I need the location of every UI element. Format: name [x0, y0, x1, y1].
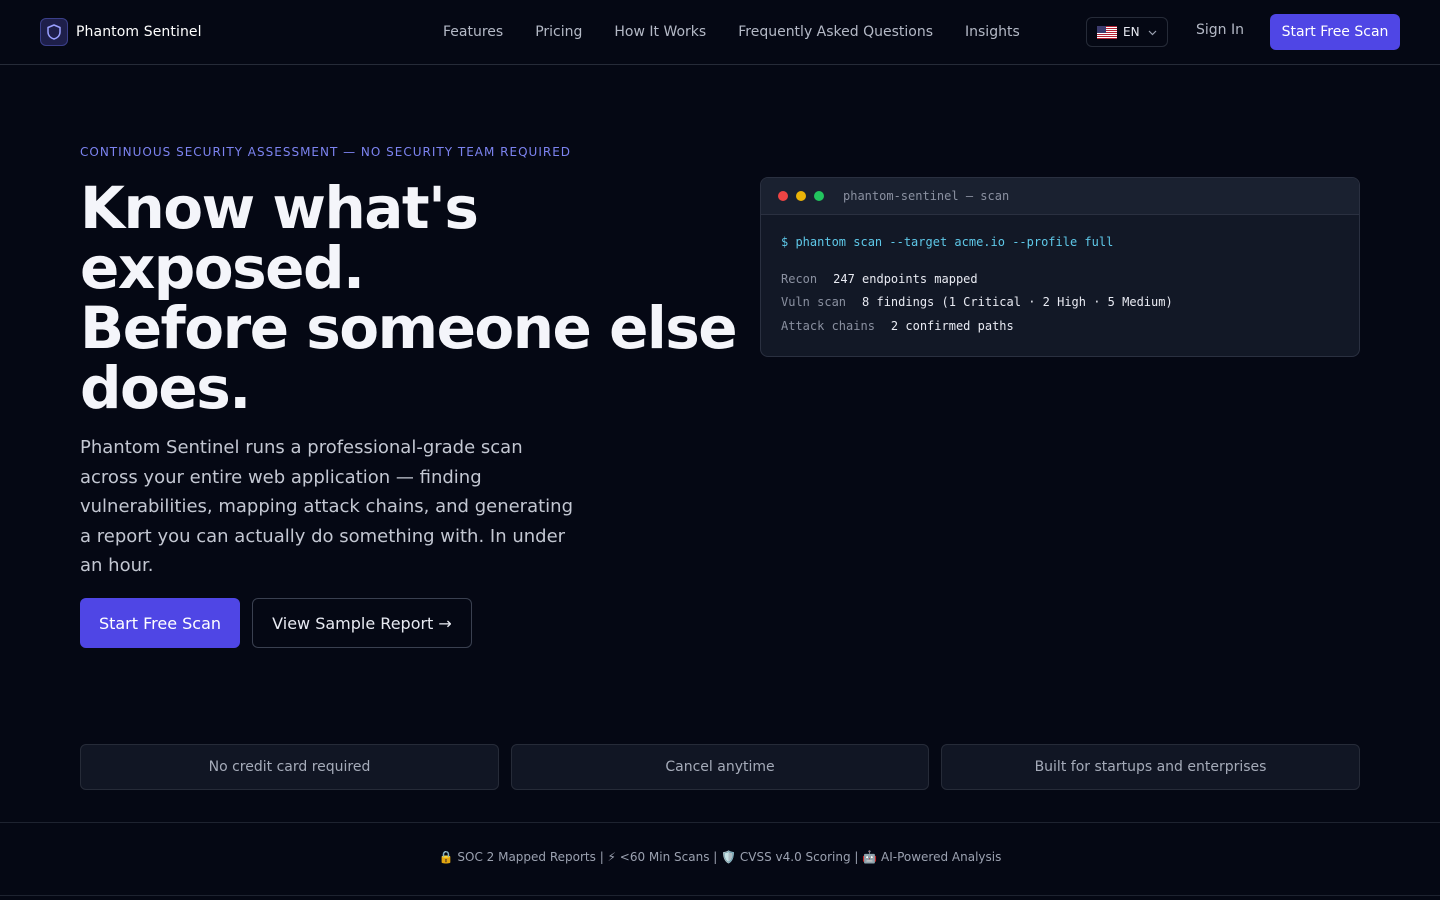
- divider: [0, 895, 1440, 896]
- language-selector[interactable]: EN: [1086, 17, 1168, 47]
- terminal-command: $ phantom scan --target acme.io --profil…: [781, 235, 1114, 249]
- nav-start-free-scan-button[interactable]: Start Free Scan: [1270, 14, 1400, 50]
- headline-line: Know what's: [80, 174, 479, 242]
- hero-description: Phantom Sentinel runs a professional-gra…: [80, 437, 574, 576]
- hero-eyebrow: CONTINUOUS SECURITY ASSESSMENT — NO SECU…: [80, 145, 572, 159]
- close-dot-icon: [778, 191, 788, 201]
- us-flag-icon: [1097, 25, 1117, 39]
- terminal-header: phantom-sentinel — scan: [761, 178, 1359, 215]
- terminal-row-value: 247 endpoints mapped: [833, 271, 978, 286]
- headline-line: does.: [80, 354, 251, 422]
- nav-link-faq[interactable]: Frequently Asked Questions: [738, 24, 933, 40]
- headline-line: Before someone else: [80, 294, 738, 362]
- brand-name: Phantom Sentinel: [76, 24, 202, 40]
- terminal-row-key: Vuln scan: [781, 295, 847, 310]
- nav-link-features[interactable]: Features: [443, 24, 503, 40]
- language-label: EN: [1123, 25, 1140, 39]
- minimize-dot-icon: [796, 191, 806, 201]
- headline-line: exposed.: [80, 234, 365, 302]
- terminal-row-key: Attack chains: [781, 318, 875, 333]
- view-sample-report-button[interactable]: View Sample Report →: [252, 598, 472, 648]
- terminal-window: phantom-sentinel — scan $ phantom scan -…: [760, 177, 1360, 357]
- terminal-row-value: 8 findings (1 Critical · 2 High · 5 Medi…: [862, 295, 1173, 310]
- feature-pill-cancel-anytime: Cancel anytime: [511, 744, 929, 790]
- hero-headline: Know what's exposed. Before someone else…: [80, 178, 740, 418]
- trust-bar: 🔒 SOC 2 Mapped Reports | ⚡ <60 Min Scans…: [438, 850, 1002, 864]
- terminal-row: Recon 247 endpoints mapped: [781, 267, 1339, 291]
- feature-pill-no-credit-card: No credit card required: [80, 744, 499, 790]
- maximize-dot-icon: [814, 191, 824, 201]
- nav-link-how-it-works[interactable]: How It Works: [614, 24, 706, 40]
- divider: [0, 822, 1440, 823]
- terminal-body: $ phantom scan --target acme.io --profil…: [761, 215, 1359, 356]
- brand[interactable]: Phantom Sentinel: [40, 18, 202, 46]
- sign-in-link[interactable]: Sign In: [1196, 22, 1244, 38]
- feature-pill-startups-enterprises: Built for startups and enterprises: [941, 744, 1360, 790]
- shield-icon: [40, 18, 68, 46]
- nav-link-pricing[interactable]: Pricing: [535, 24, 582, 40]
- hero-start-free-scan-button[interactable]: Start Free Scan: [80, 598, 240, 648]
- top-navigation: Phantom Sentinel Features Pricing How It…: [0, 0, 1440, 65]
- terminal-title: phantom-sentinel — scan: [843, 189, 1010, 203]
- chevron-down-icon: [1148, 25, 1157, 39]
- terminal-row-key: Recon: [781, 271, 818, 286]
- nav-link-insights[interactable]: Insights: [965, 24, 1020, 40]
- terminal-row-value: 2 confirmed paths: [890, 318, 1014, 333]
- terminal-row: Attack chains 2 confirmed paths: [781, 314, 1339, 338]
- terminal-row: Vuln scan 8 findings (1 Critical · 2 Hig…: [781, 291, 1339, 315]
- nav-links: Features Pricing How It Works Frequently…: [443, 0, 1020, 64]
